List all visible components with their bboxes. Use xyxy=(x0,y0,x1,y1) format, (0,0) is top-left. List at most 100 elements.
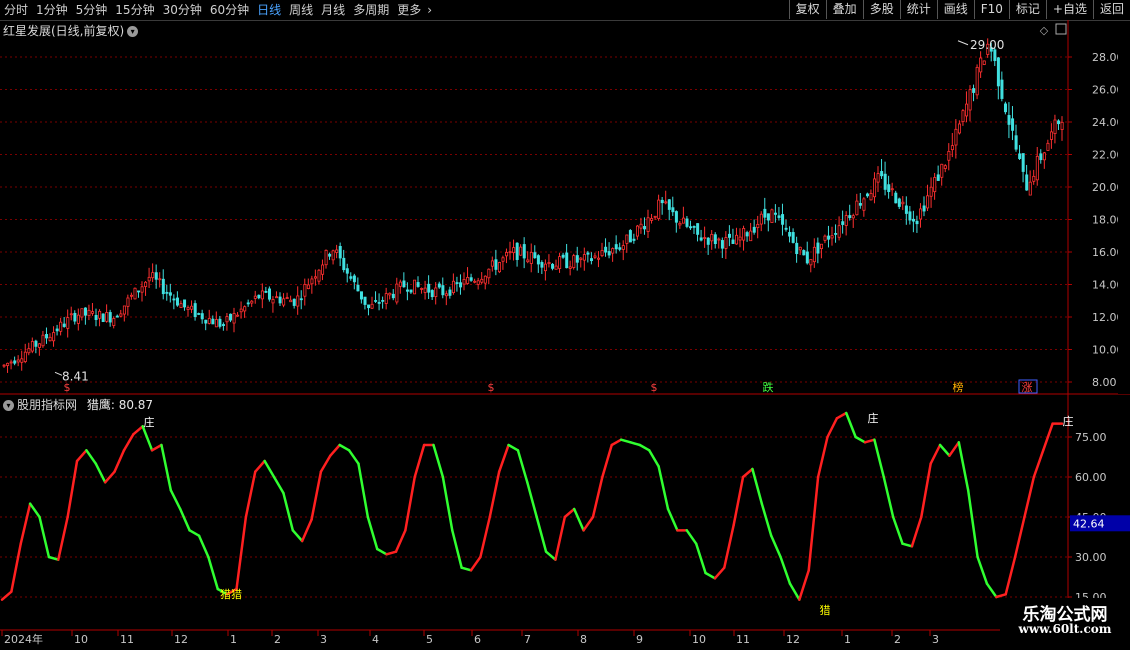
candle-body xyxy=(795,242,799,255)
oscillator-segment xyxy=(910,515,923,548)
oscillator-segment xyxy=(685,529,698,545)
oscillator-segment xyxy=(826,417,839,439)
oscillator-segment xyxy=(207,555,220,591)
candle-body xyxy=(1028,181,1032,196)
candle-body xyxy=(381,299,385,302)
candle-body xyxy=(561,254,565,258)
candle-body xyxy=(6,362,10,366)
candle-body xyxy=(91,311,95,314)
candle-body xyxy=(635,225,639,237)
candle-body xyxy=(352,275,356,283)
candle-body xyxy=(239,308,243,313)
candle-body xyxy=(607,251,611,256)
candle-body xyxy=(798,246,802,251)
candle-body xyxy=(869,193,873,201)
candle-body xyxy=(398,281,402,287)
oscillator-segment xyxy=(966,489,979,559)
candle-body xyxy=(1035,155,1039,181)
candle-body xyxy=(685,218,689,227)
candle-body xyxy=(965,103,969,117)
candle-body xyxy=(784,227,788,230)
candle-body xyxy=(423,287,427,293)
candle-body xyxy=(961,110,965,122)
candle-body xyxy=(391,293,395,299)
date-label: 2 xyxy=(274,633,281,646)
kline-chart[interactable]: 28.0026.0024.0022.0020.0018.0016.0014.00… xyxy=(0,0,1130,650)
oscillator-segment xyxy=(957,441,970,492)
oscillator-segment xyxy=(844,411,857,439)
oscillator-segment xyxy=(666,507,679,532)
candle-body xyxy=(147,276,151,282)
candle-body xyxy=(437,283,441,288)
candle-body xyxy=(540,262,544,268)
oscillator-segment xyxy=(694,542,707,575)
candle-body xyxy=(48,336,52,342)
candle-body xyxy=(161,278,165,295)
candle-body xyxy=(466,277,470,284)
oscillator-segment xyxy=(244,470,257,519)
oscillator-segment xyxy=(901,542,914,548)
candle-body xyxy=(1060,121,1064,130)
oscillator-segment xyxy=(929,443,942,465)
oscillator-segment xyxy=(798,569,810,601)
candle-body xyxy=(805,251,809,264)
candle-body xyxy=(253,295,257,299)
date-label: 2 xyxy=(894,633,901,646)
candle-body xyxy=(275,296,279,299)
candle-body xyxy=(377,301,381,304)
candle-body xyxy=(880,171,884,177)
oscillator-segment xyxy=(394,529,407,553)
candle-body xyxy=(69,313,73,316)
oscillator-segment xyxy=(591,475,604,519)
signal-label: 庄 xyxy=(144,415,155,429)
indicator-title: 股朋指标网 xyxy=(17,398,78,412)
candle-body xyxy=(420,288,424,290)
candle-body xyxy=(706,237,710,245)
candle-body xyxy=(1021,153,1025,172)
candle-body xyxy=(926,195,930,209)
oscillator-segment xyxy=(169,489,182,511)
candle-body xyxy=(1025,174,1029,191)
chevron-down-circle-icon[interactable]: ▾ xyxy=(3,400,14,411)
candle-body xyxy=(533,252,537,259)
date-label: 12 xyxy=(786,633,800,646)
date-label: 12 xyxy=(174,633,188,646)
oscillator-segment xyxy=(0,590,13,601)
candle-body xyxy=(858,203,862,206)
candle-body xyxy=(66,317,70,329)
oscillator-segment xyxy=(66,459,79,519)
candle-body xyxy=(52,332,56,342)
candle-body xyxy=(841,221,845,225)
low-pointer xyxy=(54,371,63,376)
date-label: 7 xyxy=(524,633,531,646)
oscillator-segment xyxy=(873,438,886,479)
candle-body xyxy=(848,215,852,219)
candle-body xyxy=(904,205,908,214)
candle-body xyxy=(285,297,289,299)
oscillator-segment xyxy=(732,475,745,527)
candle-body xyxy=(975,66,979,96)
candle-body xyxy=(282,298,286,306)
candle-body xyxy=(34,340,38,347)
candle-body xyxy=(759,213,763,225)
candle-body xyxy=(681,217,685,224)
oscillator-segment xyxy=(38,515,51,559)
candle-body xyxy=(526,259,530,263)
candle-body xyxy=(154,272,158,280)
oscillator-segment xyxy=(300,518,313,543)
candle-body xyxy=(558,256,562,269)
oscillator-segment xyxy=(554,515,567,561)
oscillator-segment xyxy=(188,529,201,537)
candle-body xyxy=(996,57,1000,87)
oscillator-segment xyxy=(375,547,388,556)
candle-body xyxy=(982,60,986,65)
candle-body xyxy=(770,209,774,224)
date-label: 9 xyxy=(636,633,643,646)
candle-body xyxy=(324,249,328,266)
candle-body xyxy=(137,290,141,293)
candle-body xyxy=(214,319,218,328)
candle-body xyxy=(597,257,601,260)
oscillator-segment xyxy=(760,502,773,537)
candle-body xyxy=(943,165,947,169)
candle-body xyxy=(105,312,109,322)
